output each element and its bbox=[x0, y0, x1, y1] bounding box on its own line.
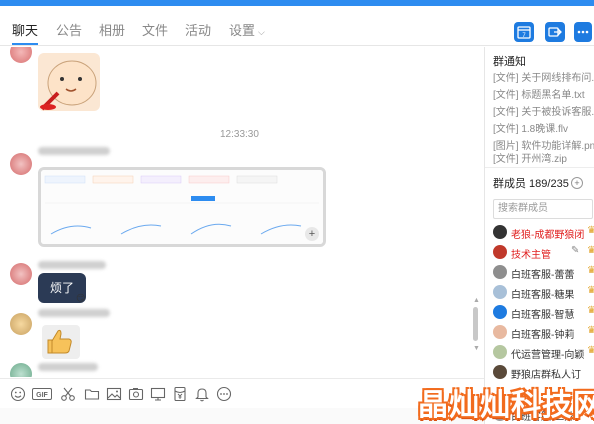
message-input-area[interactable] bbox=[0, 408, 484, 424]
avatar bbox=[493, 225, 507, 239]
share-button[interactable] bbox=[545, 22, 565, 42]
member-badge-icon: ♛ bbox=[587, 285, 594, 299]
avatar bbox=[493, 245, 507, 259]
more-icon[interactable] bbox=[216, 386, 232, 402]
avatar bbox=[493, 365, 507, 379]
member-badge-icon: ♛ bbox=[587, 325, 594, 339]
notice-item[interactable]: [文件] 关于被投诉客服... bbox=[493, 103, 594, 118]
avatar bbox=[493, 325, 507, 339]
gif-icon[interactable]: GIF bbox=[32, 386, 52, 402]
edit-icon[interactable]: ✎ bbox=[571, 245, 579, 256]
member-name: 野狼店群私人订 bbox=[511, 370, 581, 381]
more-button[interactable] bbox=[574, 22, 592, 42]
member-badge-icon: ♛ bbox=[587, 245, 594, 259]
folder-icon[interactable] bbox=[84, 386, 100, 402]
red-packet-icon[interactable] bbox=[172, 386, 188, 402]
more-icon bbox=[577, 30, 589, 34]
member-name: 白班客服-智慧 bbox=[511, 310, 575, 321]
member-name: 技术主管 bbox=[511, 250, 551, 261]
sender-name-blurred bbox=[38, 147, 110, 155]
avatar bbox=[493, 285, 507, 299]
avatar bbox=[493, 345, 507, 359]
chat-message-area[interactable]: 12:33:30 + 烦了 😏 ▲ ▼ bbox=[0, 47, 484, 377]
avatar[interactable] bbox=[10, 263, 32, 285]
member-item[interactable]: 白班客服-糖果 ♛ bbox=[493, 283, 594, 301]
sender-name-blurred bbox=[38, 363, 98, 371]
member-item[interactable]: 白班客服-智慧 ♛ bbox=[493, 303, 594, 321]
member-name: 白班客服-蕾蕾 bbox=[511, 270, 575, 281]
member-badge-icon: ♛ bbox=[587, 265, 594, 279]
calendar-button[interactable]: 7 bbox=[514, 22, 534, 42]
active-tab-indicator bbox=[12, 43, 38, 45]
member-name: 白班客服-钟莉 bbox=[511, 330, 575, 341]
member-name: 代运营管理-向颖 bbox=[511, 350, 585, 361]
member-search-input[interactable]: 搜索群成员 bbox=[493, 199, 593, 219]
notice-item[interactable]: [文件] 1.8晚课.flv bbox=[493, 120, 568, 135]
share-icon bbox=[548, 27, 562, 37]
photo-icon[interactable] bbox=[128, 386, 144, 402]
tab-bar: 聊天 公告 相册 文件 活动 设置 ⌵ 7 bbox=[0, 6, 594, 46]
notice-item[interactable]: [文件] 关于网线排布问... bbox=[493, 69, 594, 84]
bell-icon[interactable] bbox=[194, 386, 210, 402]
site-watermark: 晶灿灿科技网 bbox=[418, 388, 594, 423]
message-timestamp: 12:33:30 bbox=[220, 129, 259, 140]
avatar bbox=[493, 305, 507, 319]
screen-icon[interactable] bbox=[150, 386, 166, 402]
member-item[interactable]: 老狼-成都野狼闭 ♛ bbox=[493, 223, 594, 241]
notice-item[interactable]: [文件] 标题黑名单.txt bbox=[493, 86, 585, 101]
member-item[interactable]: 野狼店群私人订 bbox=[493, 363, 594, 381]
scrollbar-thumb[interactable] bbox=[473, 307, 478, 341]
group-info-panel: 群通知 [文件] 关于网线排布问... [文件] 标题黑名单.txt [文件] … bbox=[484, 47, 594, 424]
member-name: 老狼-成都野狼闭 bbox=[511, 230, 585, 241]
member-badge-icon: ♛ bbox=[587, 345, 594, 359]
smiley-sticker-icon: 😏 bbox=[76, 293, 86, 303]
member-badge-icon: ♛ bbox=[587, 225, 594, 239]
avatar[interactable] bbox=[10, 363, 32, 377]
member-badge-icon: ♛ bbox=[587, 305, 594, 319]
sticker-image[interactable] bbox=[38, 53, 100, 111]
tab-chat[interactable]: 聊天 bbox=[12, 20, 38, 39]
group-notice-title: 群通知 bbox=[493, 56, 526, 68]
member-name: 白班客服-糖果 bbox=[511, 290, 575, 301]
notice-item[interactable]: [文件] 开州湾.zip bbox=[493, 150, 567, 165]
chevron-down-icon: ⌵ bbox=[258, 27, 265, 37]
tab-album[interactable]: 相册 bbox=[99, 20, 125, 39]
tab-files[interactable]: 文件 bbox=[142, 20, 168, 39]
emoji-icon[interactable] bbox=[10, 386, 26, 402]
thumbs-up-icon bbox=[47, 329, 72, 354]
avatar[interactable] bbox=[10, 47, 32, 63]
tab-settings[interactable]: 设置 ⌵ bbox=[229, 20, 265, 39]
chat-input-toolbar: GIF bbox=[0, 378, 484, 408]
calendar-icon: 7 bbox=[517, 26, 531, 39]
member-item[interactable]: 白班客服-钟莉 ♛ bbox=[493, 323, 594, 341]
image-icon[interactable] bbox=[106, 386, 122, 402]
member-item[interactable]: 白班客服-蕾蕾 ♛ bbox=[493, 263, 594, 281]
crying-sticker-icon bbox=[40, 60, 97, 111]
avatar[interactable] bbox=[10, 313, 32, 335]
gif-icon-label: GIF bbox=[36, 392, 48, 399]
avatar bbox=[493, 265, 507, 279]
dashboard-screenshot-icon bbox=[41, 170, 323, 244]
member-item[interactable]: 代运营管理-向颖 ♛ bbox=[493, 343, 594, 361]
message-text: 烦了 bbox=[50, 281, 75, 295]
scissors-icon[interactable] bbox=[60, 386, 76, 402]
scroll-up-arrow-icon[interactable]: ▲ bbox=[473, 297, 480, 304]
divider bbox=[485, 167, 594, 168]
group-members-title: 群成员 189/235 bbox=[493, 178, 569, 190]
zoom-in-button[interactable]: + bbox=[305, 227, 319, 241]
sender-name-blurred bbox=[38, 309, 110, 317]
thumbs-up-sticker[interactable] bbox=[42, 325, 80, 359]
sender-name-blurred bbox=[38, 261, 106, 269]
add-member-button[interactable]: + bbox=[571, 177, 583, 189]
tab-settings-label: 设置 bbox=[229, 23, 256, 38]
member-item[interactable]: 技术主管 ✎ ♛ bbox=[493, 243, 594, 261]
screenshot-image-message[interactable] bbox=[38, 167, 326, 247]
avatar[interactable] bbox=[10, 153, 32, 175]
tab-announcement[interactable]: 公告 bbox=[56, 20, 82, 39]
tab-activity[interactable]: 活动 bbox=[185, 20, 211, 39]
scroll-down-arrow-icon[interactable]: ▼ bbox=[473, 345, 480, 352]
